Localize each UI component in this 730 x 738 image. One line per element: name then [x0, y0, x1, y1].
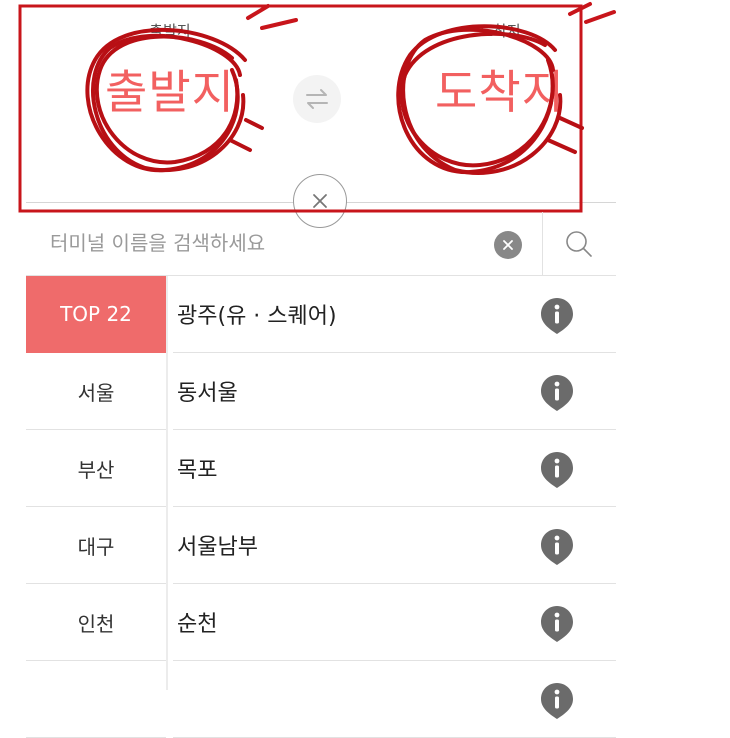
terminal-item[interactable]: 순천: [173, 584, 616, 661]
region-label: 부산: [77, 457, 115, 482]
region-list: TOP 22 서울 부산 대구 인천: [26, 276, 166, 738]
route-header: 출발지 출발지 도착지 도착지: [20, 0, 616, 228]
info-pin-icon[interactable]: [539, 604, 575, 644]
arrival-value: 도착지: [435, 65, 565, 119]
region-item-partial[interactable]: [26, 661, 166, 738]
swap-button[interactable]: [293, 75, 341, 123]
terminal-item[interactable]: 목포: [173, 430, 616, 507]
terminal-name: 동서울: [177, 381, 238, 406]
search-separator: [542, 212, 543, 276]
terminal-name: 광주(유 · 스퀘어): [177, 304, 337, 329]
info-pin-icon[interactable]: [539, 373, 575, 413]
region-item-top22[interactable]: TOP 22: [26, 276, 166, 353]
search-input[interactable]: [26, 212, 496, 274]
departure-value: 출발지: [105, 65, 235, 119]
terminal-name: 순천: [177, 612, 218, 637]
terminal-item[interactable]: 서울남부: [173, 507, 616, 584]
close-icon: [313, 194, 327, 208]
swap-arrows-icon: [306, 89, 328, 109]
clear-search-button[interactable]: [494, 231, 522, 259]
terminal-name: 서울남부: [177, 535, 258, 560]
terminal-select-screen: 출발지 출발지 도착지 도착지 터미널 이름을 검색하세요 TOP 22 서울 …: [0, 0, 730, 738]
info-pin-icon[interactable]: [539, 681, 575, 721]
region-item-incheon[interactable]: 인천: [26, 584, 166, 661]
arrival-label: 도착지: [479, 22, 521, 40]
region-item-daegu[interactable]: 대구: [26, 507, 166, 584]
region-label: 서울: [77, 380, 115, 405]
search-icon: [566, 231, 592, 257]
terminal-item[interactable]: 동서울: [173, 353, 616, 430]
search-bar: [26, 212, 616, 276]
region-label: TOP 22: [60, 302, 132, 326]
region-label: 인천: [77, 611, 115, 636]
region-item-seoul[interactable]: 서울: [26, 353, 166, 430]
terminal-item[interactable]: [173, 661, 616, 738]
search-button[interactable]: [552, 224, 606, 264]
info-pin-icon[interactable]: [539, 296, 575, 336]
info-pin-icon[interactable]: [539, 450, 575, 490]
clear-circle-icon: [503, 240, 513, 250]
region-label: 대구: [77, 534, 115, 559]
departure-station[interactable]: 출발지 출발지: [75, 20, 265, 122]
arrival-station[interactable]: 도착지 도착지: [405, 20, 595, 122]
region-item-busan[interactable]: 부산: [26, 430, 166, 507]
terminal-item[interactable]: 광주(유 · 스퀘어): [173, 276, 616, 353]
departure-label: 출발지: [149, 22, 191, 40]
region-list-border: [166, 276, 168, 690]
terminal-list: 광주(유 · 스퀘어) 동서울 목포 서울남부 순천: [173, 276, 616, 738]
terminal-name: 목포: [177, 458, 218, 483]
info-pin-icon[interactable]: [539, 527, 575, 567]
